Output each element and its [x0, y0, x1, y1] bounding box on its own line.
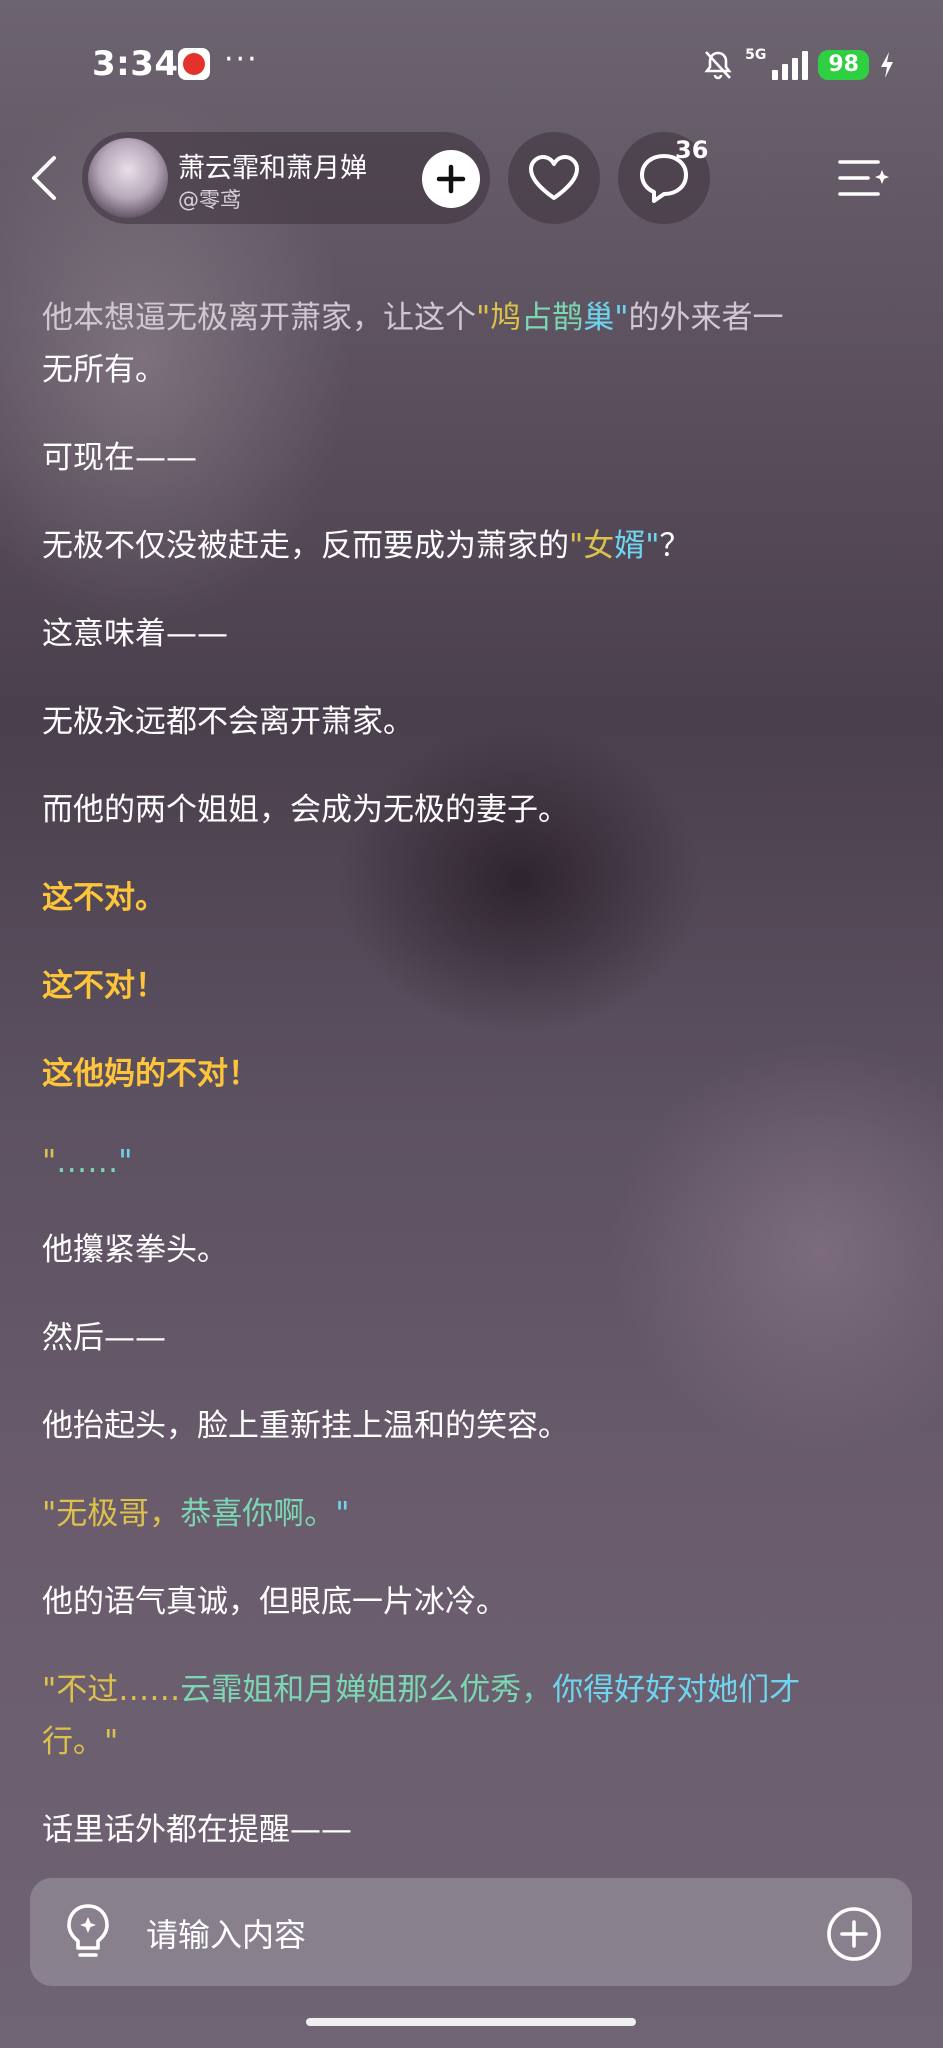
- follow-button[interactable]: [422, 150, 480, 208]
- more-notifications-indicator: ···: [224, 42, 259, 77]
- mute-bell-icon: [704, 51, 732, 80]
- add-circle-icon[interactable]: [826, 1906, 882, 1962]
- paragraph-highlight: 这他妈的不对！: [42, 1056, 259, 1092]
- paragraph: 这意味着——: [42, 616, 228, 652]
- author-avatar[interactable]: [88, 138, 168, 218]
- paragraph: 可现在——: [42, 440, 197, 476]
- charging-icon: [881, 52, 893, 78]
- app-notification-icon: [178, 48, 210, 80]
- chapter-list-icon[interactable]: [834, 150, 894, 206]
- comment-count: 36: [675, 136, 709, 164]
- network-type: 5G: [745, 47, 767, 63]
- paragraph: 他本想逼无极离开萧家，让这个"鸠占鹊巢"的外来者一 无所有。: [42, 300, 784, 388]
- paragraph: 而他的两个姐姐，会成为无极的妻子。: [42, 792, 569, 828]
- like-button[interactable]: [508, 132, 600, 224]
- paragraph: 他的语气真诚，但眼底一片冰冷。: [42, 1584, 507, 1620]
- battery-indicator: 98: [818, 50, 869, 80]
- paragraph: 话里话外都在提醒——: [42, 1812, 352, 1848]
- comment-input-field[interactable]: 请输入内容: [146, 1910, 306, 1956]
- dialogue: "无极哥，恭喜你啊。": [42, 1496, 350, 1532]
- author-name: 萧云霏和萧月婵: [178, 153, 367, 184]
- paragraph: 无极永远都不会离开萧家。: [42, 704, 414, 740]
- author-handle: @零鸢: [178, 188, 241, 212]
- lightbulb-icon[interactable]: [60, 1902, 116, 1962]
- comment-input-bar[interactable]: 请输入内容: [30, 1878, 912, 1986]
- paragraph: 他抬起头，脸上重新挂上温和的笑容。: [42, 1408, 569, 1444]
- back-icon[interactable]: [22, 146, 66, 210]
- paragraph: 无极不仅没被赶走，反而要成为萧家的"女婿"？: [42, 528, 691, 564]
- chapter-text: 他本想逼无极离开萧家，让这个"鸠占鹊巢"的外来者一 无所有。 可现在—— 无极不…: [42, 292, 902, 1856]
- heart-icon: [529, 155, 579, 200]
- plus-icon: [436, 164, 466, 194]
- dialogue: "……": [42, 1144, 133, 1180]
- status-bar: 3:34 ··· 5G 98: [0, 0, 943, 120]
- reader-top-bar: 萧云霏和萧月婵 @零鸢 36: [0, 128, 943, 228]
- status-icons: 5G 98: [701, 48, 895, 82]
- paragraph-highlight: 这不对。: [42, 880, 166, 916]
- paragraph: 他攥紧拳头。: [42, 1232, 228, 1268]
- author-profile-chip[interactable]: 萧云霏和萧月婵 @零鸢: [82, 132, 490, 224]
- status-time: 3:34: [92, 44, 179, 84]
- paragraph-highlight: 这不对！: [42, 968, 166, 1004]
- dialogue: "不过……云霏姐和月婵姐那么优秀，你得好好对她们才 行。": [42, 1672, 801, 1760]
- home-indicator[interactable]: [306, 2018, 636, 2026]
- signal-icon: [772, 50, 809, 80]
- paragraph: 然后——: [42, 1320, 166, 1356]
